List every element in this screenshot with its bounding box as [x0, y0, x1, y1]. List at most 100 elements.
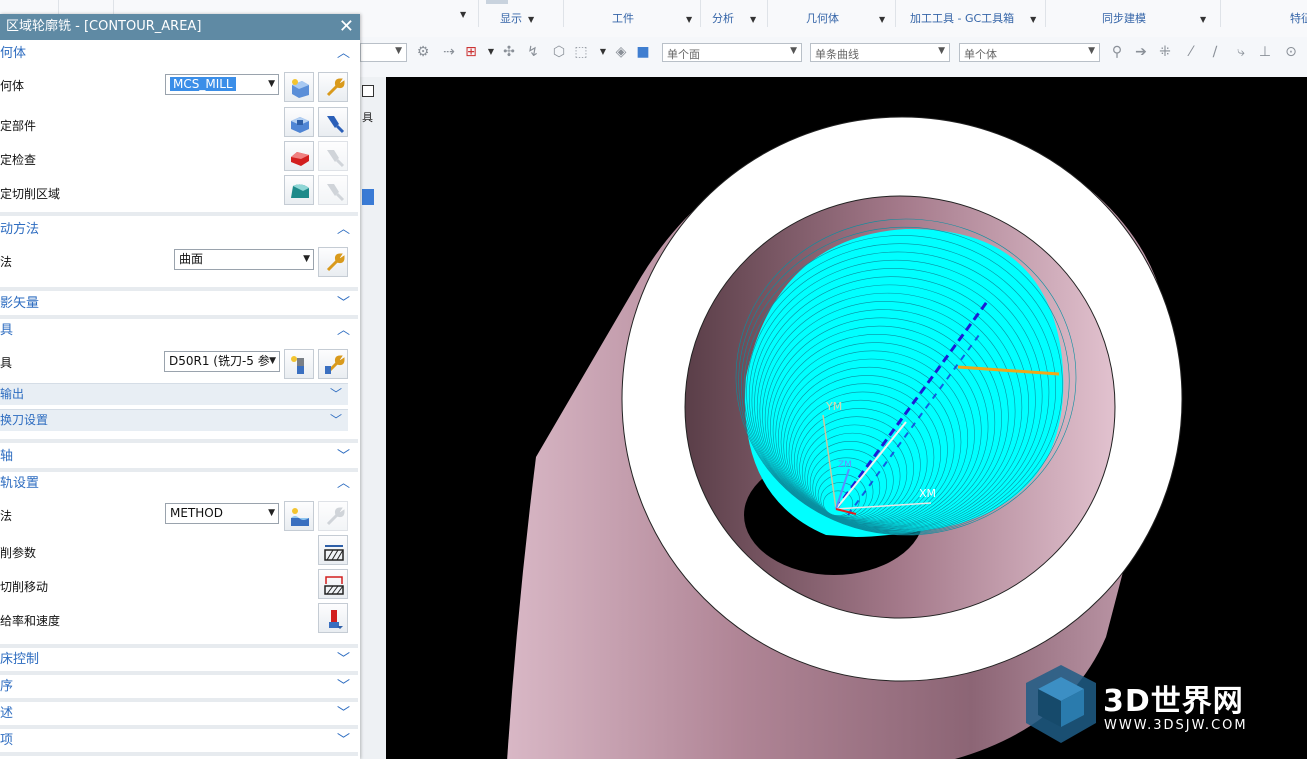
ribbon-group-sync-modeling[interactable]: 同步建模 ▼	[1102, 10, 1206, 26]
path-method-label: 法	[0, 509, 13, 523]
rectangle-select-icon[interactable]: ⬚	[572, 43, 590, 61]
curve-rule-select[interactable]: 单条曲线 ▼	[810, 43, 950, 62]
section-options[interactable]: 项 ﹀	[0, 730, 358, 752]
ribbon-separator	[478, 0, 479, 27]
subsection-output[interactable]: 输出 ﹀	[0, 383, 348, 405]
dropdown-icon[interactable]: ▼	[482, 43, 500, 61]
non-cutting-moves-button[interactable]	[318, 569, 348, 599]
section-tool-axis[interactable]: 轴 ﹀	[0, 446, 358, 468]
solid-body-icon[interactable]: ■	[634, 43, 652, 61]
geometry-select[interactable]: MCS_MILL ▼	[165, 74, 279, 95]
watermark-url: WWW.3DSJW.COM	[1104, 718, 1248, 733]
dropdown-icon[interactable]: ▼	[594, 43, 612, 61]
pivot-icon[interactable]: ✣	[500, 43, 518, 61]
assembly-filter-icon[interactable]: ⚙	[414, 43, 432, 61]
ribbon-group-analysis[interactable]: 分析 ▼	[712, 10, 756, 26]
cutting-parameters-label: 削参数	[0, 546, 37, 560]
new-geometry-icon	[292, 79, 309, 98]
watermark-brand: 3D世界网	[1103, 684, 1244, 719]
section-divider	[0, 212, 358, 216]
specify-part-button[interactable]	[284, 107, 314, 137]
section-program[interactable]: 序 ﹀	[0, 676, 358, 698]
chevron-up-icon: ︿	[336, 222, 350, 237]
specify-cut-area-button[interactable]	[284, 175, 314, 205]
zm-axis-label: ZM	[838, 460, 852, 470]
line-midpoint-icon[interactable]: ∕	[1206, 43, 1224, 61]
navigator-selected-row[interactable]	[362, 189, 374, 205]
snap-point-icon[interactable]: ⇢	[440, 43, 458, 61]
ribbon-group-feature[interactable]: 特征	[1290, 10, 1307, 26]
section-path-settings[interactable]: 轨设置 ︿	[0, 473, 358, 495]
new-method-button[interactable]	[284, 501, 314, 531]
ribbon-dropdown-icon[interactable]: ▼	[460, 10, 466, 19]
part-icon	[291, 117, 309, 133]
new-method-icon	[291, 508, 309, 526]
point-cloud-icon[interactable]: ⁜	[1156, 43, 1174, 61]
edit-method-button[interactable]	[318, 501, 348, 531]
center-point-icon[interactable]: ⊙	[1282, 43, 1300, 61]
wrench-icon	[326, 78, 345, 97]
type-filter-select[interactable]: ▼	[360, 43, 407, 62]
flashlight-icon	[327, 184, 345, 202]
cut-area-icon	[291, 184, 309, 198]
display-cut-area-button[interactable]	[318, 175, 348, 205]
dialog-title: 区域轮廓铣 - [CONTOUR_AREA]	[0, 14, 360, 40]
move-icon[interactable]: ↯	[524, 43, 542, 61]
new-geometry-button[interactable]	[284, 72, 314, 102]
chevron-up-icon: ︿	[336, 323, 350, 338]
hexagon-icon[interactable]: ⬡	[550, 43, 568, 61]
edit-tool-button[interactable]	[318, 349, 348, 379]
line-endpoint-icon[interactable]: ⁄	[1182, 43, 1200, 61]
specify-check-button[interactable]	[284, 141, 314, 171]
path-method-select[interactable]: METHOD ▼	[165, 503, 279, 524]
cutting-parameters-button[interactable]	[318, 535, 348, 565]
ribbon-separator	[1045, 0, 1046, 27]
ribbon-group-workpiece[interactable]: 工件 ▼	[612, 10, 692, 26]
section-divider	[0, 671, 358, 675]
section-divider	[0, 468, 358, 472]
ribbon-separator	[767, 0, 768, 27]
navigator-column-icon: 具	[362, 111, 373, 124]
operation-dialog: 区域轮廓铣 - [CONTOUR_AREA] ✕ 何体 ︿ 何体 MCS_MILL…	[0, 14, 360, 759]
ribbon-group-display[interactable]: 显示 ▼	[500, 10, 534, 26]
select-box-icon[interactable]: ⊞	[462, 43, 480, 61]
section-description[interactable]: 述 ﹀	[0, 703, 358, 725]
drive-method-select[interactable]: 曲面 ▼	[174, 249, 314, 270]
check-geometry-icon	[291, 152, 309, 166]
specify-cut-area-label: 定切削区域	[0, 187, 61, 201]
chevron-up-icon: ︿	[336, 476, 350, 491]
face-icon[interactable]: ◈	[612, 43, 630, 61]
graphics-viewport[interactable]: XM YM ZM 3D世界网 WWW.3DSJW.COM	[386, 77, 1307, 759]
section-machine-control[interactable]: 床控制 ﹀	[0, 649, 358, 671]
cutting-parameters-icon	[324, 545, 344, 561]
face-rule-select[interactable]: 单个面 ▼	[662, 43, 802, 62]
display-part-button[interactable]	[318, 107, 348, 137]
new-tool-button[interactable]	[284, 349, 314, 379]
intersection-icon[interactable]: ⊥	[1256, 43, 1274, 61]
arrow-right-icon[interactable]: ➔	[1132, 43, 1150, 61]
section-geometry[interactable]: 何体 ︿	[0, 43, 358, 65]
tool-select[interactable]: D50R1 (铣刀-5 参 ▼	[164, 351, 280, 372]
chevron-down-icon: ﹀	[336, 296, 350, 311]
edit-drive-method-button[interactable]	[318, 247, 348, 277]
display-check-button[interactable]	[318, 141, 348, 171]
chevron-down-icon: ﹀	[336, 652, 350, 667]
subsection-tool-change[interactable]: 换刀设置 ﹀	[0, 409, 348, 431]
edit-geometry-button[interactable]	[318, 72, 348, 102]
ribbon-group-geometry[interactable]: 几何体 ▼	[806, 10, 885, 26]
body-rule-select[interactable]: 单个体 ▼	[959, 43, 1100, 62]
non-cutting-moves-icon	[324, 576, 344, 595]
snap-settings-icon[interactable]: ⚲	[1108, 43, 1126, 61]
wrench-icon	[326, 253, 345, 272]
section-tool[interactable]: 具 ︿	[0, 320, 358, 342]
ribbon-icon	[486, 0, 508, 4]
section-drive-method[interactable]: 动方法 ︿	[0, 219, 358, 241]
navigator-checkbox[interactable]	[362, 85, 374, 97]
section-projection-vector[interactable]: 影矢量 ﹀	[0, 293, 358, 315]
curve-point-icon[interactable]: ⤷	[1232, 43, 1250, 61]
ribbon-separator	[563, 0, 564, 27]
feeds-speeds-button[interactable]	[318, 603, 348, 633]
edit-tool-icon	[325, 355, 345, 374]
close-icon[interactable]: ✕	[339, 14, 354, 40]
ribbon-group-gc-toolkit[interactable]: 加工工具 - GC工具箱 ▼	[910, 10, 1036, 26]
